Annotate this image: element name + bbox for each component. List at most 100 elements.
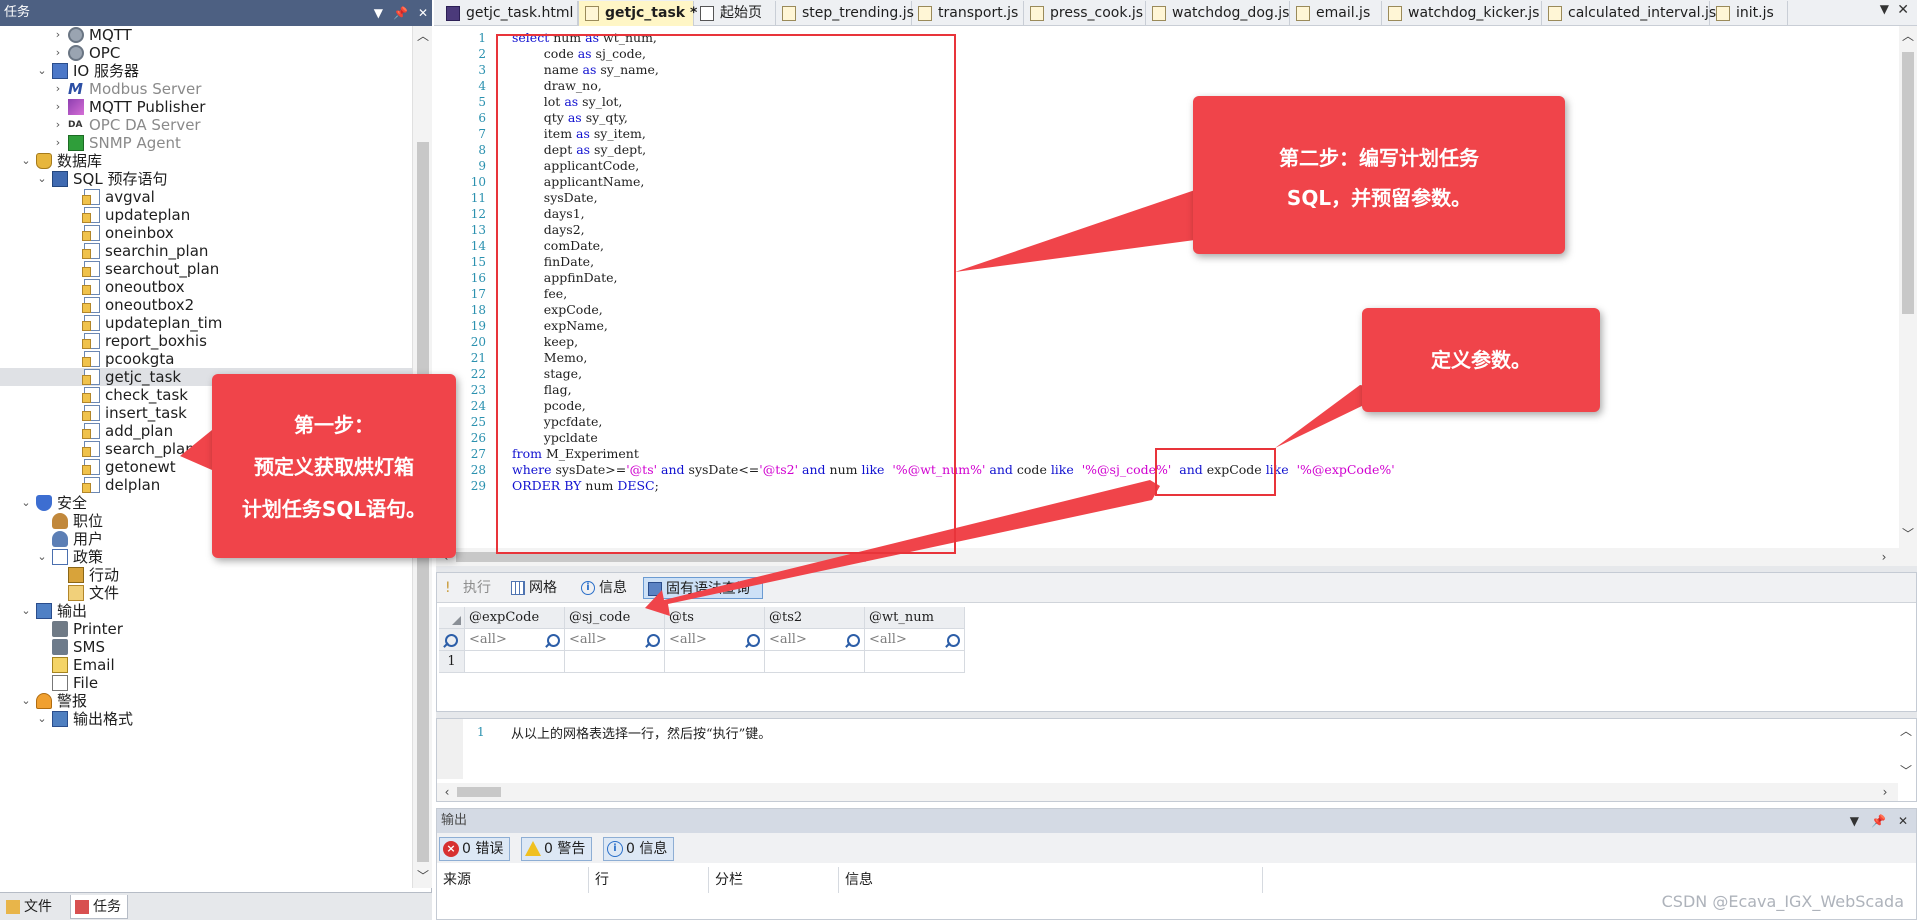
document-tab[interactable]: calculated_interval.js: [1542, 1, 1716, 26]
expand-arrow-icon[interactable]: ⌄: [20, 602, 32, 620]
close-document-icon[interactable]: ✕: [1897, 2, 1909, 18]
tree-item[interactable]: › M Modbus Server: [0, 80, 412, 98]
grid-data-cell[interactable]: [665, 651, 765, 673]
tree-item[interactable]: Email: [0, 656, 412, 674]
filter-search-icon[interactable]: [747, 634, 760, 647]
tree-item[interactable]: 行动: [0, 566, 412, 584]
grid-data-cell[interactable]: [865, 651, 965, 673]
tree-item[interactable]: oneinbox: [0, 224, 412, 242]
editor-vertical-scrollbar[interactable]: ︿ ﹀: [1899, 26, 1917, 566]
collapse-arrow-icon[interactable]: ›: [52, 44, 64, 62]
tree-item[interactable]: 文件: [0, 584, 412, 602]
document-tab[interactable]: step_trending.js: [776, 1, 914, 26]
messages-filter-button[interactable]: i 0 信息: [603, 837, 675, 861]
expand-arrow-icon[interactable]: ⌄: [20, 692, 32, 710]
pin-icon[interactable]: 📌: [1871, 809, 1886, 833]
tree-item[interactable]: ⌄ 输出: [0, 602, 412, 620]
panel-menu-icon[interactable]: ▼: [1850, 809, 1859, 833]
grid-column-header[interactable]: @ts2: [765, 607, 865, 629]
filter-search-icon[interactable]: [547, 634, 560, 647]
filter-search-icon[interactable]: [647, 634, 660, 647]
expand-arrow-icon[interactable]: ⌄: [36, 62, 48, 80]
pin-icon[interactable]: 📌: [393, 0, 408, 26]
scroll-up-icon[interactable]: ︿: [415, 28, 431, 44]
hint-horizontal-scrollbar[interactable]: ‹ ›: [437, 783, 1898, 801]
scroll-down-icon[interactable]: ﹀: [1898, 763, 1914, 779]
document-tab[interactable]: 起始页: [694, 1, 776, 26]
expand-arrow-icon[interactable]: ⌄: [20, 152, 32, 170]
document-tab[interactable]: watchdog_kicker.js: [1382, 1, 1542, 26]
tree-item[interactable]: updateplan: [0, 206, 412, 224]
scroll-left-icon[interactable]: ‹: [439, 784, 455, 800]
bottom-tab-files[interactable]: 文件: [2, 895, 58, 919]
tree-item[interactable]: searchin_plan: [0, 242, 412, 260]
tree-item[interactable]: updateplan_tim: [0, 314, 412, 332]
expand-arrow-icon[interactable]: ⌄: [20, 494, 32, 512]
scroll-right-icon[interactable]: ›: [1877, 784, 1893, 800]
panel-menu-icon[interactable]: ▼: [374, 0, 383, 26]
tree-item[interactable]: › SNMP Agent: [0, 134, 412, 152]
tree-item[interactable]: searchout_plan: [0, 260, 412, 278]
tree-item[interactable]: oneoutbox2: [0, 296, 412, 314]
filter-search-icon[interactable]: [445, 634, 458, 647]
errors-filter-button[interactable]: × 0 错误: [439, 837, 511, 861]
grid-column-header[interactable]: @sj_code: [565, 607, 665, 629]
tree-item[interactable]: avgval: [0, 188, 412, 206]
bottom-tab-tasks[interactable]: 任务: [70, 895, 128, 919]
column-header-message[interactable]: 信息: [839, 867, 1263, 893]
tree-item[interactable]: › OPC: [0, 44, 412, 62]
document-tab[interactable]: getjc_task *: [578, 1, 697, 26]
collapse-arrow-icon[interactable]: ›: [52, 134, 64, 152]
tree-item[interactable]: ⌄ IO 服务器: [0, 62, 412, 80]
tree-item[interactable]: ⌄ 数据库: [0, 152, 412, 170]
grid-data-cell[interactable]: [465, 651, 565, 673]
document-tab[interactable]: getjc_task.html *: [440, 1, 585, 26]
tree-item[interactable]: › MQTT Publisher: [0, 98, 412, 116]
tree-item[interactable]: SMS: [0, 638, 412, 656]
tree-item[interactable]: › DA OPC DA Server: [0, 116, 412, 134]
tree-item[interactable]: pcookgta: [0, 350, 412, 368]
collapse-arrow-icon[interactable]: ›: [52, 80, 64, 98]
grid-button[interactable]: 网格: [507, 577, 563, 599]
expand-arrow-icon[interactable]: ⌄: [36, 710, 48, 728]
warnings-filter-button[interactable]: 0 警告: [521, 837, 593, 861]
tree-item[interactable]: Printer: [0, 620, 412, 638]
grid-corner[interactable]: [439, 607, 465, 629]
scroll-down-icon[interactable]: ﹀: [415, 868, 431, 884]
column-header-source[interactable]: 来源: [437, 867, 589, 893]
hint-hscroll-thumb[interactable]: [457, 787, 501, 797]
info-button[interactable]: i 信息: [577, 577, 633, 599]
column-header-line[interactable]: 行: [589, 867, 709, 893]
close-icon[interactable]: ✕: [1898, 809, 1908, 833]
tree-item[interactable]: ⌄ 警报: [0, 692, 412, 710]
grid-column-header[interactable]: @expCode: [465, 607, 565, 629]
tree-item[interactable]: oneoutbox: [0, 278, 412, 296]
tree-item[interactable]: report_boxhis: [0, 332, 412, 350]
document-tab[interactable]: watchdog_dog.js: [1146, 1, 1290, 26]
close-icon[interactable]: ✕: [418, 0, 428, 26]
syntax-query-button[interactable]: 固有语法查询: [643, 577, 763, 599]
grid-data-cell[interactable]: [765, 651, 865, 673]
filter-search-icon[interactable]: [947, 634, 960, 647]
column-header-column[interactable]: 分栏: [709, 867, 839, 893]
scroll-up-icon[interactable]: ︿: [1898, 723, 1914, 739]
scroll-down-icon[interactable]: ﹀: [1900, 526, 1916, 542]
document-tab[interactable]: email.js: [1290, 1, 1382, 26]
document-tab[interactable]: press_cook.js: [1024, 1, 1146, 26]
tree-item[interactable]: ⌄ SQL 预存语句: [0, 170, 412, 188]
select-all-icon[interactable]: [452, 616, 461, 625]
expand-arrow-icon[interactable]: ⌄: [36, 548, 48, 566]
tree-item[interactable]: ⌄ 输出格式: [0, 710, 412, 728]
execute-button[interactable]: ! 执行: [441, 577, 497, 599]
tree-item[interactable]: File: [0, 674, 412, 692]
tab-list-icon[interactable]: ▼: [1880, 2, 1889, 16]
grid-column-header[interactable]: @ts: [665, 607, 765, 629]
document-tab[interactable]: transport.js: [912, 1, 1024, 26]
document-tab[interactable]: init.js: [1710, 1, 1788, 26]
grid-row-number[interactable]: 1: [439, 651, 465, 673]
grid-column-header[interactable]: @wt_num: [865, 607, 965, 629]
scroll-up-icon[interactable]: ︿: [1900, 28, 1916, 44]
grid-data-cell[interactable]: [565, 651, 665, 673]
tree-item[interactable]: › MQTT: [0, 26, 412, 44]
filter-search-icon[interactable]: [847, 634, 860, 647]
